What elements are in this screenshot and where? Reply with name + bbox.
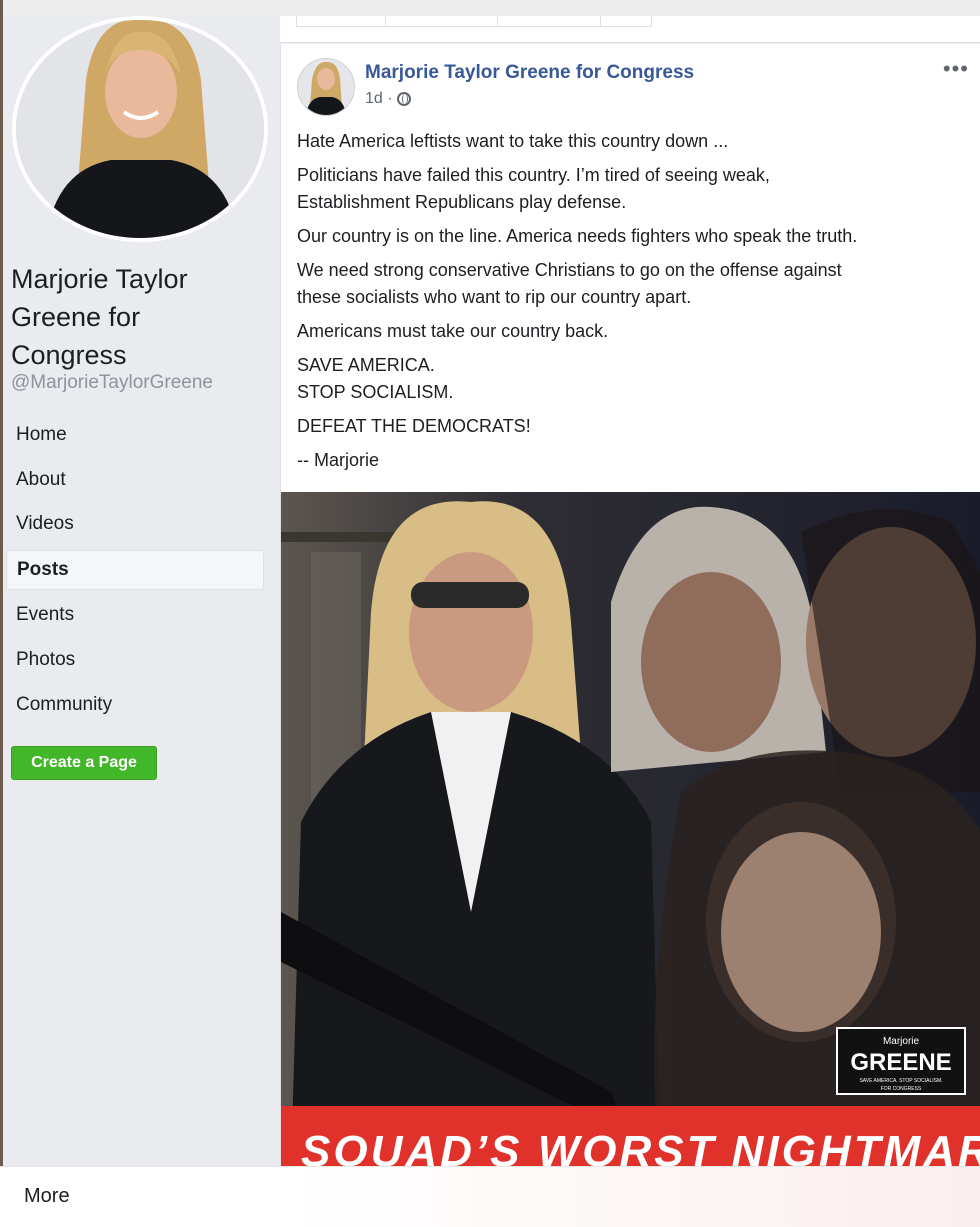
nav-about[interactable]: About xyxy=(6,461,264,499)
page-sidebar: Marjorie Taylor Greene for Congress @Mar… xyxy=(3,16,279,1166)
post-paragraph: Politicians have failed this country. I’… xyxy=(297,165,770,212)
post-author-avatar[interactable] xyxy=(297,58,355,116)
globe-icon xyxy=(396,92,411,106)
more-button[interactable]: More xyxy=(24,1185,70,1208)
page-nav: Home About Videos Posts Events Photos Co… xyxy=(6,416,264,730)
more-options-icon[interactable]: ••• xyxy=(943,56,969,82)
post-card: Marjorie Taylor Greene for Congress 1d ·… xyxy=(280,44,980,1166)
nav-photos[interactable]: Photos xyxy=(6,641,264,679)
logo-sub-text: SAVE AMERICA. STOP SOCIALISM. xyxy=(859,1078,942,1084)
post-paragraph: -- Marjorie xyxy=(297,450,380,470)
post-paragraph: We need strong conservative Christians t… xyxy=(297,260,842,307)
profile-picture[interactable] xyxy=(12,16,268,242)
action-tab[interactable] xyxy=(386,16,498,26)
nav-community[interactable]: Community xyxy=(6,686,264,724)
action-tab[interactable] xyxy=(297,16,386,26)
post-paragraph: Americans must take our country back. xyxy=(297,321,609,341)
nav-events[interactable]: Events xyxy=(6,596,264,634)
nav-posts[interactable]: Posts xyxy=(6,549,264,590)
action-tab[interactable] xyxy=(498,16,602,26)
post-author-name[interactable]: Marjorie Taylor Greene for Congress xyxy=(365,62,694,84)
page-name[interactable]: Marjorie Taylor Greene for Congress xyxy=(11,260,251,374)
campaign-graphic: Marjorie GREENE SAVE AMERICA. STOP SOCIA… xyxy=(281,492,980,1166)
create-page-button[interactable]: Create a Page xyxy=(11,746,157,780)
author-avatar-illustration xyxy=(298,59,354,115)
nav-videos[interactable]: Videos xyxy=(6,505,264,543)
nav-home[interactable]: Home xyxy=(6,416,264,454)
action-tabs[interactable] xyxy=(296,16,652,27)
post-paragraph: SAVE AMERICA. STOP SOCIALISM. xyxy=(297,355,454,402)
post-meta: 1d · xyxy=(365,90,411,108)
profile-photo-illustration xyxy=(16,20,264,238)
post-timestamp[interactable]: 1d · xyxy=(365,90,393,108)
post-image[interactable]: Marjorie GREENE SAVE AMERICA. STOP SOCIA… xyxy=(281,492,980,1166)
post-text: Hate America leftists want to take this … xyxy=(297,128,967,481)
top-bar xyxy=(3,0,980,17)
banner-text: SQUAD’S WORST NIGHTMARE xyxy=(301,1127,980,1166)
post-paragraph: Our country is on the line. America need… xyxy=(297,226,858,246)
page-handle[interactable]: @MarjorieTaylorGreene xyxy=(11,372,213,394)
post-paragraph: Hate America leftists want to take this … xyxy=(297,131,729,151)
logo-sub2-text: FOR CONGRESS xyxy=(881,1086,922,1092)
logo-main-text: GREENE xyxy=(850,1049,951,1076)
action-tab[interactable] xyxy=(601,16,651,26)
logo-top-text: Marjorie xyxy=(883,1036,920,1047)
bottom-bar: More xyxy=(0,1166,980,1227)
post-paragraph: DEFEAT THE DEMOCRATS! xyxy=(297,416,531,436)
